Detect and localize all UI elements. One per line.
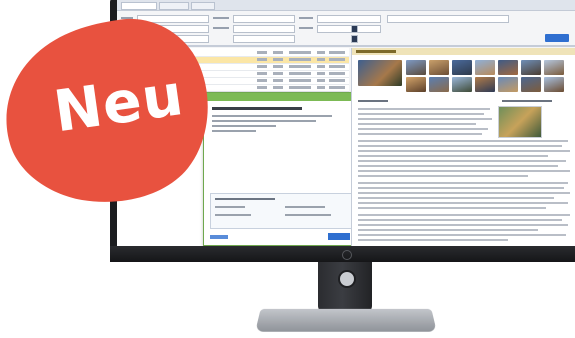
- gallery-image[interactable]: [498, 60, 518, 75]
- text-line: [358, 224, 568, 226]
- gallery-image[interactable]: [429, 77, 449, 92]
- gallery-image[interactable]: [406, 60, 426, 75]
- dialog-text-line: [285, 206, 325, 208]
- gallery-image[interactable]: [358, 60, 402, 86]
- detail-header: [352, 48, 575, 55]
- text-line: [358, 113, 484, 115]
- text-line: [358, 150, 570, 152]
- field-label: [299, 17, 313, 19]
- text-line: [358, 197, 554, 199]
- search-field[interactable]: [317, 15, 381, 23]
- text-line: [358, 165, 558, 167]
- text-line: [358, 140, 568, 142]
- section-heading: [358, 100, 388, 102]
- cable-hole: [338, 270, 356, 288]
- gallery-image[interactable]: [521, 77, 541, 92]
- text-line: [358, 145, 562, 147]
- search-button[interactable]: [545, 34, 569, 42]
- monitor-logo-icon: [342, 250, 352, 260]
- gallery-image[interactable]: [475, 77, 495, 92]
- checkbox[interactable]: [351, 25, 358, 33]
- text-line: [358, 207, 546, 209]
- gallery-image[interactable]: [544, 60, 564, 75]
- gallery-image[interactable]: [521, 60, 541, 75]
- dialog-text-line: [212, 115, 332, 117]
- text-line: [358, 187, 564, 189]
- search-field[interactable]: [233, 35, 295, 43]
- text-line: [358, 202, 568, 204]
- text-line: [358, 234, 566, 236]
- text-line: [358, 118, 492, 120]
- text-line: [358, 155, 548, 157]
- text-line: [358, 229, 538, 231]
- detail-panel: [351, 48, 575, 246]
- section-heading: [502, 100, 552, 102]
- search-field[interactable]: [317, 25, 381, 33]
- text-line: [358, 192, 570, 194]
- gallery-image[interactable]: [498, 77, 518, 92]
- search-field[interactable]: [233, 15, 295, 23]
- text-line: [358, 175, 528, 177]
- hotel-photo[interactable]: [498, 106, 542, 138]
- text-line: [358, 170, 570, 172]
- text-line: [358, 128, 488, 130]
- monitor-stand-base: [255, 308, 437, 332]
- search-field[interactable]: [387, 15, 509, 23]
- text-line: [358, 239, 508, 241]
- checkbox[interactable]: [351, 35, 358, 43]
- text-line: [358, 160, 566, 162]
- dialog-text-line: [285, 214, 331, 216]
- search-field[interactable]: [233, 25, 295, 33]
- text-line: [358, 219, 562, 221]
- text-line: [358, 214, 570, 216]
- gallery-image[interactable]: [452, 77, 472, 92]
- text-line: [358, 108, 490, 110]
- dialog-link[interactable]: [210, 235, 228, 239]
- text-line: [358, 123, 476, 125]
- text-line: [358, 182, 568, 184]
- field-label: [299, 27, 313, 29]
- gallery-image[interactable]: [544, 77, 564, 92]
- text-line: [358, 133, 482, 135]
- gallery-image[interactable]: [452, 60, 472, 75]
- gallery-image[interactable]: [475, 60, 495, 75]
- gallery-image[interactable]: [406, 77, 426, 92]
- gallery-image[interactable]: [429, 60, 449, 75]
- dialog-info-box: [210, 193, 352, 229]
- dialog-ok-button[interactable]: [328, 233, 350, 240]
